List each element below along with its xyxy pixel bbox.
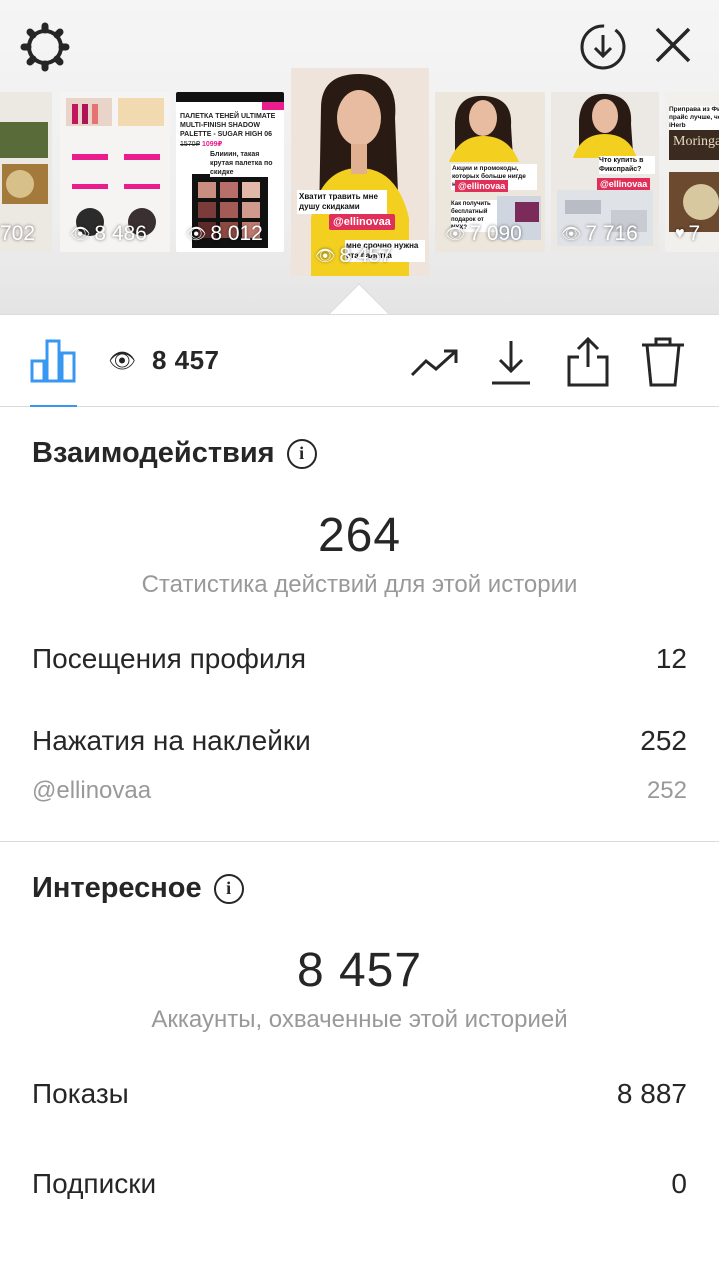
- story-text: Moringa: [673, 134, 719, 149]
- stat-label: Посещения профиля: [32, 643, 307, 674]
- story-thumbnail-active[interactable]: Хватит травить мне душу скидками @ellino…: [291, 68, 429, 276]
- story-thumbnail[interactable]: 702: [0, 92, 52, 252]
- story-price: 1570₽ 1099₽: [180, 141, 223, 148]
- story-views: 👁 8 486: [70, 222, 147, 245]
- story-views: 👁 7 090: [445, 222, 522, 245]
- stat-value: 252: [646, 777, 687, 804]
- story-views: 👁 8 012: [186, 222, 263, 245]
- story-strip: 702 👁 8 486 ПАЛЕТКА ТЕНЕЙ ULTIMATE MULTI…: [0, 0, 719, 314]
- stat-label: Нажатия на наклейки: [32, 725, 311, 756]
- bar-chart-icon[interactable]: [28, 335, 78, 385]
- discovery-total: 8 457: [296, 944, 423, 997]
- discovery-title: Интересное: [32, 872, 202, 904]
- active-tab-indicator: [30, 405, 77, 407]
- stat-row-profile-visits: Посещения профиля 12: [32, 643, 687, 675]
- download-icon[interactable]: [486, 337, 536, 387]
- stat-subrow-mention: @ellinovaa 252: [32, 777, 687, 841]
- stat-row-impressions: Показы 8 887: [32, 1078, 687, 1110]
- insights-toolbar: 👁 8 457: [0, 315, 719, 407]
- section-title: Интересное i: [32, 872, 687, 905]
- story-thumbnail[interactable]: Что купить в Фикспрайс? @ellinovaa 👁 7 71…: [551, 92, 659, 252]
- story-views: ♥ 7: [675, 222, 701, 245]
- story-views: 702: [0, 222, 36, 245]
- stat-value: 252: [640, 725, 687, 756]
- interactions-section: Взаимодействия i 264 Статистика действий…: [0, 437, 719, 841]
- interactions-caption: Статистика действий для этой истории: [141, 571, 578, 598]
- story-thumbnail[interactable]: Приправа из Фикс прайс лучше, чем с iHer…: [665, 92, 719, 252]
- story-thumbnail[interactable]: 👁 8 486: [60, 92, 170, 252]
- info-icon[interactable]: i: [286, 438, 317, 469]
- story-text: Хватит травить мне душу скидками: [297, 190, 387, 214]
- trending-up-icon[interactable]: [410, 337, 460, 387]
- section-title: Взаимодействия i: [32, 437, 687, 470]
- story-text: ПАЛЕТКА ТЕНЕЙ ULTIMATE MULTI-FINISH SHAD…: [180, 113, 276, 138]
- story-text: Блииин, такая крутая палетка по скидке: [210, 150, 282, 177]
- gear-icon[interactable]: [20, 22, 70, 72]
- stat-label: @ellinovaa: [32, 777, 152, 804]
- share-icon[interactable]: [563, 335, 613, 389]
- story-views: 👁 7 716: [561, 222, 638, 245]
- eye-icon: 👁: [108, 347, 136, 373]
- stat-row-sticker-taps: Нажатия на наклейки 252: [32, 725, 687, 757]
- discovery-section: Интересное i 8 457 Аккаунты, охваченные …: [0, 872, 719, 1200]
- story-thumbnail[interactable]: ПАЛЕТКА ТЕНЕЙ ULTIMATE MULTI-FINISH SHAD…: [176, 92, 284, 252]
- mention-sticker: @ellinovaa: [329, 214, 395, 230]
- stat-label: Показы: [32, 1078, 129, 1109]
- interactions-total: 264: [317, 509, 402, 562]
- stat-value: 8 887: [616, 1078, 687, 1109]
- close-icon[interactable]: [650, 22, 696, 68]
- trash-icon[interactable]: [638, 335, 688, 389]
- circle-download-icon[interactable]: [578, 22, 628, 72]
- interactions-title: Взаимодействия: [32, 437, 275, 469]
- stat-label: Подписки: [32, 1168, 157, 1199]
- story-text: Приправа из Фикс прайс лучше, чем с iHer…: [669, 106, 719, 130]
- story-thumbnail[interactable]: Акции и промокоды, которых больше нигде …: [435, 92, 545, 252]
- info-icon[interactable]: i: [213, 873, 244, 904]
- stat-row-follows: Подписки 0: [32, 1168, 687, 1200]
- view-count-value: 8 457: [151, 345, 220, 375]
- stat-value: 0: [671, 1168, 687, 1199]
- mention-sticker: @ellinovaa: [455, 180, 509, 192]
- section-divider: [0, 841, 719, 842]
- story-text: Что купить в Фикспрайс?: [599, 156, 655, 174]
- view-count: 👁 8 457: [108, 345, 220, 376]
- discovery-caption: Аккаунты, охваченные этой историей: [151, 1006, 568, 1033]
- stat-value: 12: [655, 643, 687, 674]
- story-views: 👁 8 457: [315, 244, 392, 267]
- mention-sticker: @ellinovaa: [597, 178, 651, 190]
- insights-panel: 👁 8 457 Взаимодействия i 264 Статистика …: [0, 314, 719, 1280]
